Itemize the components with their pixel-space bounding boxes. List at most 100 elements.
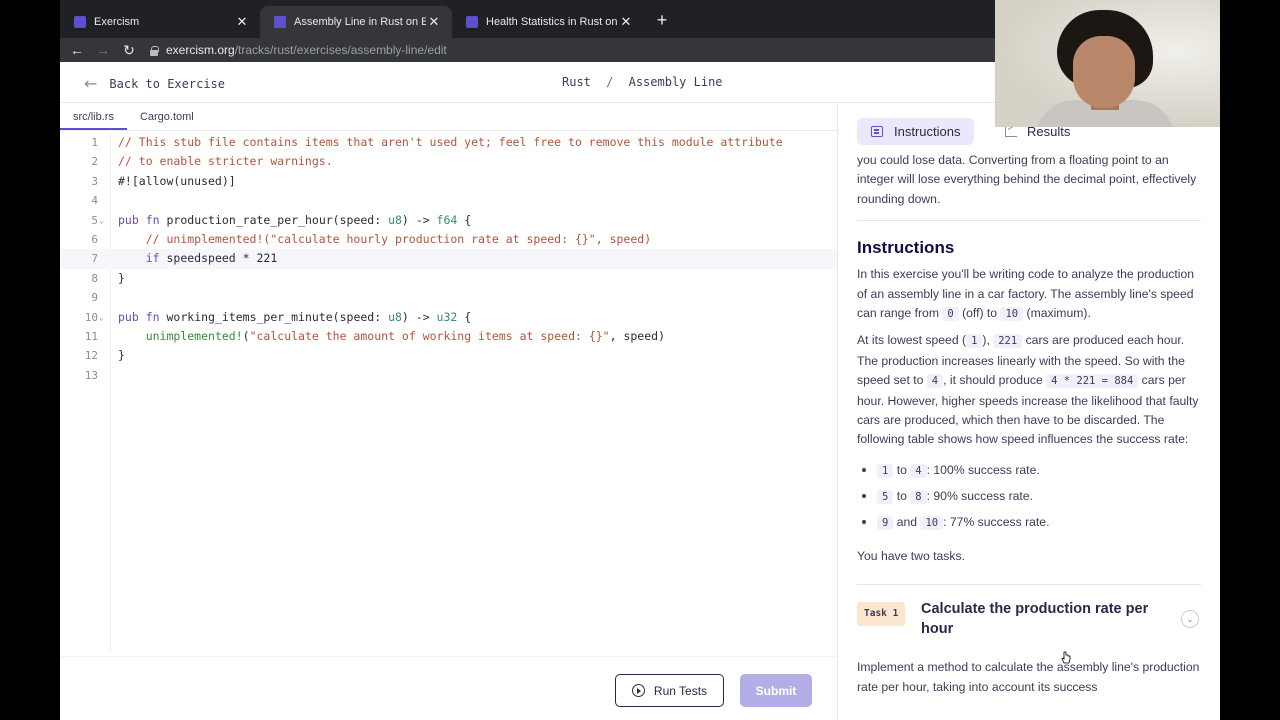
- address-bar[interactable]: exercism.org/tracks/rust/exercises/assem…: [150, 43, 447, 57]
- arrow-left-icon: ←: [84, 74, 98, 93]
- line-number: 10: [84, 310, 98, 324]
- tab-instructions[interactable]: Instructions: [857, 118, 975, 145]
- webcam-overlay: [995, 0, 1220, 127]
- hand-cursor-icon: [1061, 651, 1071, 664]
- line-number: 9: [91, 291, 98, 305]
- text: At its lowest speed (: [857, 333, 967, 348]
- breadcrumb-exercise: Assembly Line: [628, 75, 723, 89]
- breadcrumb-track[interactable]: Rust: [562, 75, 591, 89]
- line-number: 2: [91, 155, 98, 169]
- line-number: 13: [84, 368, 98, 382]
- instructions-icon: [871, 126, 883, 137]
- line-number: 1: [91, 136, 98, 149]
- code-text: if speedspeed * 221: [145, 251, 278, 266]
- intro-fragment: you could lose data. Converting from a f…: [857, 153, 1197, 206]
- inline-code: 0: [942, 307, 959, 322]
- list-item: 1 to 4: 100% success rate.: [857, 457, 1201, 483]
- file-tabs: src/lib.rs Cargo.toml: [60, 103, 837, 131]
- chevron-down-icon[interactable]: ⌄: [1181, 610, 1199, 629]
- inline-code: 8: [910, 489, 927, 504]
- inline-code: 4: [910, 463, 927, 478]
- code-line[interactable]: 11 unimplemented!("calculate the amount …: [60, 327, 837, 346]
- tasks-note: You have two tasks.: [857, 548, 965, 563]
- browser-tab-assembly-line[interactable]: Assembly Line in Rust on Exercism ✕: [260, 6, 452, 38]
- code-text: }: [118, 348, 125, 363]
- task-1-header[interactable]: Task 1 Calculate the production rate per…: [857, 584, 1201, 650]
- new-tab-plus-icon[interactable]: +: [652, 8, 672, 32]
- tab-instructions-label: Instructions: [894, 124, 961, 139]
- browser-tab-exercism[interactable]: Exercism ✕: [60, 6, 260, 38]
- run-tests-button[interactable]: Run Tests: [615, 674, 724, 707]
- text: to: [896, 488, 907, 503]
- text: ),: [982, 333, 994, 348]
- back-arrow-icon[interactable]: ←: [64, 38, 90, 62]
- task-badge: Task 1: [857, 602, 906, 626]
- inline-code: 1: [877, 463, 894, 478]
- instructions-heading: Instructions: [857, 238, 955, 258]
- browser-tab-health-statistics[interactable]: Health Statistics in Rust on Exercism ✕: [452, 6, 644, 38]
- code-area[interactable]: 1 // This stub file contains items that a…: [60, 133, 837, 385]
- back-label: Back to Exercise: [109, 76, 225, 91]
- code-line[interactable]: 7 if speedspeed * 221: [60, 249, 837, 269]
- back-to-exercise-link[interactable]: ← Back to Exercise: [84, 74, 225, 93]
- line-number: 3: [91, 174, 98, 188]
- text: (maximum).: [1023, 306, 1091, 321]
- code-line[interactable]: 2 // to enable stricter warnings.: [60, 152, 837, 171]
- code-text: // unimplemented!("calculate hourly prod…: [118, 231, 652, 246]
- instructions-paragraph-2: At its lowest speed (1), 221 cars are pr…: [857, 331, 1201, 449]
- code-text: pub fn working_items_per_minute(speed: u…: [118, 309, 472, 324]
- list-item: 5 to 8: 90% success rate.: [857, 483, 1201, 509]
- line-number: 6: [91, 232, 98, 246]
- reload-icon[interactable]: ↻: [116, 38, 142, 62]
- exercism-favicon-icon: [466, 16, 478, 28]
- code-text: pub fn production_rate_per_hour(speed: u…: [118, 212, 472, 227]
- fold-chevron-icon[interactable]: ⌄: [99, 211, 104, 230]
- text: , it should produce: [943, 373, 1047, 388]
- code-line[interactable]: 5 ⌄ pub fn production_rate_per_hour(speed:…: [60, 211, 837, 230]
- code-line[interactable]: 13: [60, 366, 837, 385]
- submit-button[interactable]: Submit: [740, 674, 812, 707]
- code-text: // This stub file contains items that ar…: [118, 135, 783, 149]
- code-line[interactable]: 10 ⌄ pub fn working_items_per_minute(speed…: [60, 308, 837, 327]
- list-item: 9 and 10: 77% success rate.: [857, 509, 1201, 535]
- breadcrumb-separator: /: [606, 75, 614, 89]
- inline-code: 4: [926, 374, 944, 389]
- inline-code: 4 * 221 = 884: [1046, 374, 1139, 389]
- task-title: Calculate the production rate per hour: [921, 601, 1149, 638]
- close-tab-icon[interactable]: ✕: [426, 14, 442, 30]
- browser-tab-title: Assembly Line in Rust on Exercism: [294, 16, 426, 28]
- line-number: 11: [84, 329, 98, 343]
- code-line[interactable]: 4: [60, 191, 837, 210]
- text: : 90% success rate.: [926, 488, 1033, 503]
- forward-arrow-icon[interactable]: →: [90, 38, 116, 62]
- instructions-paragraph-1: In this exercise you'll be writing code …: [857, 265, 1201, 324]
- line-number: 5: [91, 213, 98, 227]
- code-line[interactable]: 3 #![allow(unused)]: [60, 172, 837, 191]
- browser-tab-title: Exercism: [94, 16, 140, 28]
- editor-footer: Run Tests Submit: [60, 656, 837, 720]
- fold-chevron-icon[interactable]: ⌄: [99, 308, 104, 327]
- inline-code: 5: [877, 489, 894, 504]
- exercism-favicon-icon: [74, 16, 86, 28]
- file-tab-cargo-toml[interactable]: Cargo.toml: [127, 103, 207, 130]
- play-icon: [631, 684, 645, 697]
- code-line[interactable]: 1 // This stub file contains items that a…: [60, 133, 837, 152]
- inline-code: 10: [920, 515, 944, 530]
- text: : 100% success rate.: [926, 462, 1040, 477]
- code-line[interactable]: 9: [60, 288, 837, 307]
- url-path: /tracks/rust/exercises/assembly-line/edi…: [234, 43, 447, 57]
- inline-code: 10: [1000, 307, 1024, 322]
- instructions-content: you could lose data. Converting from a f…: [857, 151, 1201, 703]
- code-line[interactable]: 12}: [60, 346, 837, 365]
- file-tab-lib-rs[interactable]: src/lib.rs: [60, 103, 127, 130]
- line-number: 4: [91, 194, 98, 208]
- code-line[interactable]: 6 // unimplemented!("calculate hourly pr…: [60, 230, 837, 249]
- code-text: unimplemented!("calculate the amount of …: [145, 328, 665, 343]
- code-line[interactable]: 8}: [60, 269, 837, 288]
- exercism-favicon-icon: [274, 16, 286, 28]
- close-tab-icon[interactable]: ✕: [618, 14, 634, 30]
- code-text: #![allow(unused)]: [118, 173, 236, 188]
- close-tab-icon[interactable]: ✕: [234, 14, 250, 30]
- code-editor: src/lib.rs Cargo.toml 1 // This stub file…: [60, 103, 838, 720]
- divider: [857, 220, 1201, 222]
